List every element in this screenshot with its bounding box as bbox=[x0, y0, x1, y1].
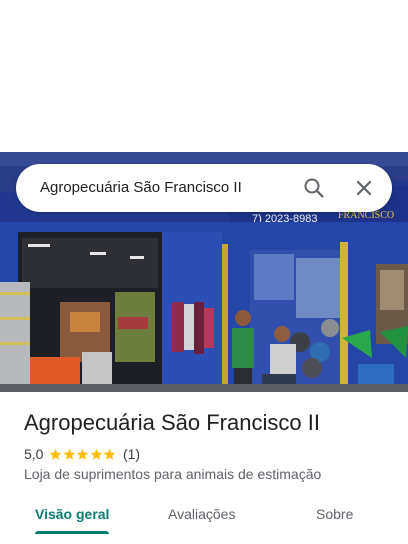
star-icon bbox=[104, 448, 116, 460]
place-info-panel: Agropecuária São Francisco II 5,0 (1) Lo… bbox=[0, 392, 408, 544]
star-icon bbox=[50, 448, 62, 460]
close-icon[interactable] bbox=[352, 176, 376, 200]
tab-overview[interactable]: Visão geral bbox=[35, 504, 109, 524]
search-icon[interactable] bbox=[302, 176, 326, 200]
place-title: Agropecuária São Francisco II bbox=[24, 410, 320, 435]
search-input[interactable]: Agropecuária São Francisco II bbox=[40, 178, 290, 198]
place-tabs: Visão geral Avaliações Sobre bbox=[0, 500, 408, 536]
active-tab-indicator bbox=[35, 531, 109, 534]
blank-area bbox=[0, 0, 408, 152]
star-icon bbox=[77, 448, 89, 460]
review-count[interactable]: (1) bbox=[123, 446, 140, 462]
search-bar[interactable]: Agropecuária São Francisco II bbox=[16, 164, 392, 212]
star-icon bbox=[90, 448, 103, 460]
star-rating bbox=[49, 448, 117, 461]
place-category[interactable]: Loja de suprimentos para animais de esti… bbox=[24, 465, 321, 483]
star-icon bbox=[63, 448, 76, 460]
rating-value: 5,0 bbox=[24, 446, 44, 462]
tab-reviews[interactable]: Avaliações bbox=[168, 504, 235, 524]
rating-row[interactable]: 5,0 (1) bbox=[24, 444, 140, 464]
tab-about[interactable]: Sobre bbox=[316, 504, 353, 524]
